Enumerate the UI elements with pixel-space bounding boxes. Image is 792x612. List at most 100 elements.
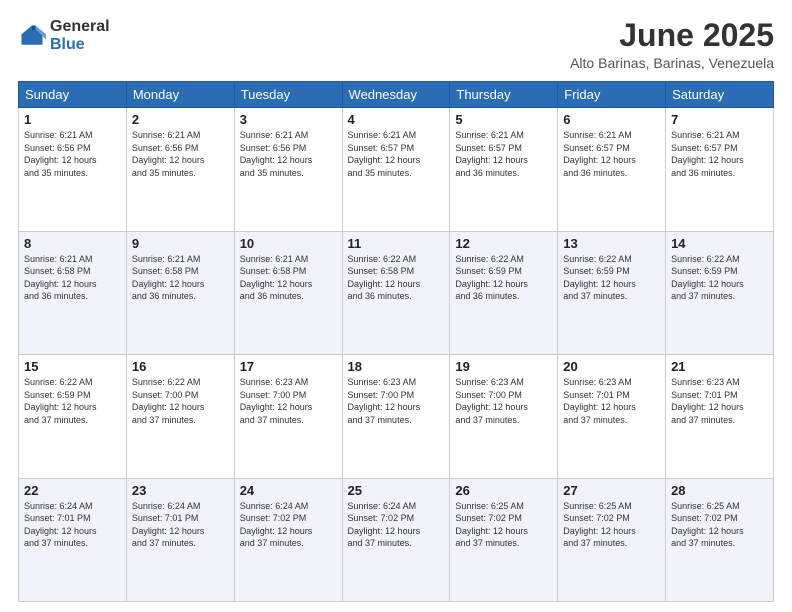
header-sunday: Sunday xyxy=(19,82,127,108)
table-row: 18 Sunrise: 6:23 AMSunset: 7:00 PMDaylig… xyxy=(342,355,450,478)
table-row: 5 Sunrise: 6:21 AMSunset: 6:57 PMDayligh… xyxy=(450,108,558,231)
day-info: Sunrise: 6:24 AMSunset: 7:02 PMDaylight:… xyxy=(348,501,421,549)
calendar-row: 22 Sunrise: 6:24 AMSunset: 7:01 PMDaylig… xyxy=(19,478,774,601)
day-number: 21 xyxy=(671,359,768,374)
day-info: Sunrise: 6:23 AMSunset: 7:00 PMDaylight:… xyxy=(348,377,421,425)
table-row: 19 Sunrise: 6:23 AMSunset: 7:00 PMDaylig… xyxy=(450,355,558,478)
day-number: 16 xyxy=(132,359,229,374)
day-number: 9 xyxy=(132,236,229,251)
day-info: Sunrise: 6:25 AMSunset: 7:02 PMDaylight:… xyxy=(671,501,744,549)
day-info: Sunrise: 6:22 AMSunset: 7:00 PMDaylight:… xyxy=(132,377,205,425)
day-info: Sunrise: 6:21 AMSunset: 6:58 PMDaylight:… xyxy=(24,254,97,302)
day-number: 7 xyxy=(671,112,768,127)
table-row: 3 Sunrise: 6:21 AMSunset: 6:56 PMDayligh… xyxy=(234,108,342,231)
table-row: 4 Sunrise: 6:21 AMSunset: 6:57 PMDayligh… xyxy=(342,108,450,231)
day-info: Sunrise: 6:22 AMSunset: 6:59 PMDaylight:… xyxy=(563,254,636,302)
day-info: Sunrise: 6:24 AMSunset: 7:02 PMDaylight:… xyxy=(240,501,313,549)
day-number: 27 xyxy=(563,483,660,498)
table-row: 14 Sunrise: 6:22 AMSunset: 6:59 PMDaylig… xyxy=(666,231,774,354)
table-row: 25 Sunrise: 6:24 AMSunset: 7:02 PMDaylig… xyxy=(342,478,450,601)
logo-blue-text: Blue xyxy=(50,36,110,54)
header-saturday: Saturday xyxy=(666,82,774,108)
header-wednesday: Wednesday xyxy=(342,82,450,108)
day-info: Sunrise: 6:21 AMSunset: 6:56 PMDaylight:… xyxy=(132,130,205,178)
day-number: 28 xyxy=(671,483,768,498)
day-number: 23 xyxy=(132,483,229,498)
table-row: 12 Sunrise: 6:22 AMSunset: 6:59 PMDaylig… xyxy=(450,231,558,354)
logo-text: General Blue xyxy=(50,18,110,53)
day-number: 6 xyxy=(563,112,660,127)
logo: General Blue xyxy=(18,18,110,53)
header-friday: Friday xyxy=(558,82,666,108)
table-row: 7 Sunrise: 6:21 AMSunset: 6:57 PMDayligh… xyxy=(666,108,774,231)
day-info: Sunrise: 6:21 AMSunset: 6:57 PMDaylight:… xyxy=(563,130,636,178)
day-number: 10 xyxy=(240,236,337,251)
table-row: 2 Sunrise: 6:21 AMSunset: 6:56 PMDayligh… xyxy=(126,108,234,231)
day-info: Sunrise: 6:21 AMSunset: 6:57 PMDaylight:… xyxy=(455,130,528,178)
table-row: 26 Sunrise: 6:25 AMSunset: 7:02 PMDaylig… xyxy=(450,478,558,601)
calendar-row: 8 Sunrise: 6:21 AMSunset: 6:58 PMDayligh… xyxy=(19,231,774,354)
calendar-header-row: Sunday Monday Tuesday Wednesday Thursday… xyxy=(19,82,774,108)
day-number: 17 xyxy=(240,359,337,374)
day-number: 12 xyxy=(455,236,552,251)
header-tuesday: Tuesday xyxy=(234,82,342,108)
day-info: Sunrise: 6:23 AMSunset: 7:00 PMDaylight:… xyxy=(240,377,313,425)
day-info: Sunrise: 6:23 AMSunset: 7:01 PMDaylight:… xyxy=(671,377,744,425)
day-info: Sunrise: 6:21 AMSunset: 6:58 PMDaylight:… xyxy=(132,254,205,302)
day-info: Sunrise: 6:24 AMSunset: 7:01 PMDaylight:… xyxy=(24,501,97,549)
day-info: Sunrise: 6:21 AMSunset: 6:57 PMDaylight:… xyxy=(671,130,744,178)
day-number: 8 xyxy=(24,236,121,251)
page: General Blue June 2025 Alto Barinas, Bar… xyxy=(0,0,792,612)
table-row: 9 Sunrise: 6:21 AMSunset: 6:58 PMDayligh… xyxy=(126,231,234,354)
table-row: 16 Sunrise: 6:22 AMSunset: 7:00 PMDaylig… xyxy=(126,355,234,478)
day-number: 19 xyxy=(455,359,552,374)
table-row: 11 Sunrise: 6:22 AMSunset: 6:58 PMDaylig… xyxy=(342,231,450,354)
table-row: 22 Sunrise: 6:24 AMSunset: 7:01 PMDaylig… xyxy=(19,478,127,601)
day-number: 1 xyxy=(24,112,121,127)
day-info: Sunrise: 6:25 AMSunset: 7:02 PMDaylight:… xyxy=(455,501,528,549)
day-number: 4 xyxy=(348,112,445,127)
calendar-title: June 2025 xyxy=(570,18,774,53)
day-number: 18 xyxy=(348,359,445,374)
table-row: 17 Sunrise: 6:23 AMSunset: 7:00 PMDaylig… xyxy=(234,355,342,478)
calendar-subtitle: Alto Barinas, Barinas, Venezuela xyxy=(570,55,774,71)
title-section: June 2025 Alto Barinas, Barinas, Venezue… xyxy=(570,18,774,71)
table-row: 6 Sunrise: 6:21 AMSunset: 6:57 PMDayligh… xyxy=(558,108,666,231)
day-info: Sunrise: 6:21 AMSunset: 6:56 PMDaylight:… xyxy=(240,130,313,178)
table-row: 10 Sunrise: 6:21 AMSunset: 6:58 PMDaylig… xyxy=(234,231,342,354)
day-number: 24 xyxy=(240,483,337,498)
day-number: 15 xyxy=(24,359,121,374)
table-row: 20 Sunrise: 6:23 AMSunset: 7:01 PMDaylig… xyxy=(558,355,666,478)
table-row: 27 Sunrise: 6:25 AMSunset: 7:02 PMDaylig… xyxy=(558,478,666,601)
day-info: Sunrise: 6:21 AMSunset: 6:56 PMDaylight:… xyxy=(24,130,97,178)
day-info: Sunrise: 6:21 AMSunset: 6:58 PMDaylight:… xyxy=(240,254,313,302)
day-info: Sunrise: 6:21 AMSunset: 6:57 PMDaylight:… xyxy=(348,130,421,178)
calendar-row: 15 Sunrise: 6:22 AMSunset: 6:59 PMDaylig… xyxy=(19,355,774,478)
table-row: 13 Sunrise: 6:22 AMSunset: 6:59 PMDaylig… xyxy=(558,231,666,354)
logo-icon xyxy=(18,22,46,50)
logo-general-text: General xyxy=(50,18,110,36)
day-number: 14 xyxy=(671,236,768,251)
day-number: 2 xyxy=(132,112,229,127)
day-info: Sunrise: 6:24 AMSunset: 7:01 PMDaylight:… xyxy=(132,501,205,549)
header-monday: Monday xyxy=(126,82,234,108)
table-row: 1 Sunrise: 6:21 AMSunset: 6:56 PMDayligh… xyxy=(19,108,127,231)
day-number: 22 xyxy=(24,483,121,498)
table-row: 23 Sunrise: 6:24 AMSunset: 7:01 PMDaylig… xyxy=(126,478,234,601)
day-info: Sunrise: 6:25 AMSunset: 7:02 PMDaylight:… xyxy=(563,501,636,549)
day-info: Sunrise: 6:23 AMSunset: 7:00 PMDaylight:… xyxy=(455,377,528,425)
table-row: 24 Sunrise: 6:24 AMSunset: 7:02 PMDaylig… xyxy=(234,478,342,601)
day-number: 26 xyxy=(455,483,552,498)
day-number: 11 xyxy=(348,236,445,251)
day-info: Sunrise: 6:22 AMSunset: 6:59 PMDaylight:… xyxy=(671,254,744,302)
day-number: 5 xyxy=(455,112,552,127)
header-thursday: Thursday xyxy=(450,82,558,108)
table-row: 21 Sunrise: 6:23 AMSunset: 7:01 PMDaylig… xyxy=(666,355,774,478)
calendar-row: 1 Sunrise: 6:21 AMSunset: 6:56 PMDayligh… xyxy=(19,108,774,231)
day-info: Sunrise: 6:22 AMSunset: 6:59 PMDaylight:… xyxy=(24,377,97,425)
day-number: 3 xyxy=(240,112,337,127)
day-number: 20 xyxy=(563,359,660,374)
day-info: Sunrise: 6:22 AMSunset: 6:58 PMDaylight:… xyxy=(348,254,421,302)
calendar-table: Sunday Monday Tuesday Wednesday Thursday… xyxy=(18,81,774,602)
day-number: 13 xyxy=(563,236,660,251)
